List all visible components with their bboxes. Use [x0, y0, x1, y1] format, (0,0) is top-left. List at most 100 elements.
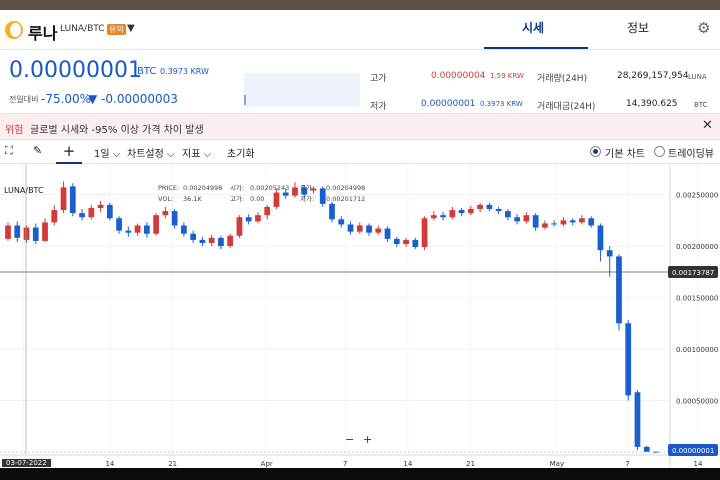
candle-body	[356, 225, 363, 232]
candle	[153, 213, 159, 236]
tradingview-radio[interactable]	[654, 146, 665, 157]
chart-grid	[0, 164, 699, 454]
x-tick-label: 21	[466, 460, 475, 468]
candle	[440, 212, 446, 221]
high-value: 0.00000004	[431, 71, 486, 81]
close-icon[interactable]: ✕	[702, 118, 713, 133]
crosshair-icon[interactable]: +	[56, 140, 82, 164]
zoom-in-button[interactable]: +	[363, 433, 372, 446]
chevron-down-icon[interactable]: ▼	[127, 23, 135, 34]
candle	[227, 233, 234, 249]
candle-body	[477, 204, 483, 210]
tab-market[interactable]: 시세	[522, 19, 544, 36]
candle	[5, 222, 11, 241]
zoom-controls: − +	[345, 433, 372, 446]
candle-body	[79, 213, 85, 218]
risk-text: 글로벌 시세와 -95% 이상 가격 차이 발생	[30, 125, 204, 136]
candle	[384, 226, 391, 242]
overlay-open-label: 시가:	[230, 183, 244, 192]
candle	[97, 200, 104, 213]
candlestick-chart[interactable]: 0.00250000 0.00200000 0.00150000 0.00100000…	[0, 164, 720, 468]
candle	[597, 223, 604, 262]
indicators-button[interactable]: 지표 ⌵	[182, 145, 211, 160]
candle	[181, 222, 187, 237]
candle	[106, 202, 113, 221]
volume-value: 28,269,157,954	[617, 71, 689, 81]
candle-body	[42, 222, 48, 241]
candle-body	[597, 225, 604, 251]
candle	[116, 216, 122, 234]
overlay-price-value: 0.00204998	[183, 184, 222, 192]
overlay-high-value: 0.00	[250, 195, 264, 203]
x-axis: 71421Apr71421May714	[21, 460, 703, 468]
candle-body	[495, 209, 502, 212]
reset-button[interactable]: 초기화	[227, 145, 255, 160]
candle	[255, 212, 261, 224]
candle	[412, 237, 419, 250]
x-tick-label: Apr	[261, 460, 273, 468]
candle-body	[458, 210, 465, 214]
candle	[477, 202, 483, 213]
candle	[199, 236, 206, 247]
last-price-tag: 0.00000001	[668, 444, 718, 456]
low-value: 0.00000001	[421, 99, 476, 109]
crosshair-date-tag: 03-07-2022	[2, 459, 51, 467]
change-label: 전일대비	[9, 95, 39, 104]
candle-body	[218, 237, 224, 247]
candle-body	[5, 225, 11, 239]
candle	[643, 445, 650, 452]
chart-settings-button[interactable]: 차트설정 ⌵	[127, 145, 175, 160]
crosshair-price-text: 0.00173787	[672, 269, 714, 277]
change-percent: -75.00%	[41, 92, 92, 106]
candle	[14, 221, 21, 242]
last-price-text: 0.00000001	[672, 447, 714, 455]
candle	[143, 222, 150, 238]
candle-body	[264, 206, 271, 216]
top-bar: 루나 LUNA/BTC 유의 ▼ 시세 정보 ⚙	[0, 10, 720, 50]
tab-info[interactable]: 정보	[627, 19, 649, 36]
high-label: 고가	[370, 74, 387, 84]
candle	[190, 230, 197, 243]
candle	[60, 181, 67, 214]
basic-chart-radio[interactable]	[590, 146, 601, 157]
low-krw: 0.3973 KRW	[480, 100, 523, 108]
exchange-screen: 루나 LUNA/BTC 유의 ▼ 시세 정보 ⚙ 0.00000001 BTC …	[0, 10, 720, 468]
candle-body	[292, 187, 298, 196]
amount-value: 14,390.625	[626, 99, 678, 109]
candle	[218, 235, 224, 250]
candle	[551, 220, 558, 227]
candle	[32, 223, 39, 245]
interval-label: 1일	[94, 149, 110, 160]
candle-body	[579, 218, 585, 223]
candle-body	[199, 239, 206, 243]
mini-sparkline	[244, 73, 360, 107]
photo-frame: 루나 LUNA/BTC 유의 ▼ 시세 정보 ⚙ 0.00000001 BTC …	[0, 0, 720, 480]
candle	[366, 223, 372, 236]
candle	[125, 226, 132, 237]
indicators-label: 지표	[182, 149, 201, 160]
fullscreen-icon[interactable]: ⛶	[5, 144, 13, 158]
gear-icon[interactable]: ⚙	[697, 19, 710, 37]
zoom-out-button[interactable]: −	[345, 433, 354, 446]
candle	[356, 222, 363, 234]
candle-body	[542, 223, 548, 228]
interval-select[interactable]: 1일 ⌵	[94, 145, 120, 160]
candle	[264, 204, 271, 220]
candle	[42, 218, 48, 242]
candle-body	[153, 215, 159, 234]
candle	[588, 216, 595, 228]
current-price: 0.00000001	[9, 58, 142, 83]
amount-label: 거래대금(24H)	[537, 102, 596, 112]
high-krw: 1.59 KRW	[490, 72, 524, 80]
candle	[347, 221, 354, 235]
candle-body	[97, 204, 104, 208]
candle-body	[282, 192, 289, 196]
candle	[79, 209, 85, 221]
candle-body	[88, 207, 95, 218]
candle-body	[162, 211, 169, 216]
pencil-icon[interactable]: ✎	[33, 144, 42, 157]
candle	[523, 212, 530, 224]
candle-body	[171, 211, 178, 226]
candles	[5, 181, 659, 453]
candle-body	[14, 225, 21, 238]
